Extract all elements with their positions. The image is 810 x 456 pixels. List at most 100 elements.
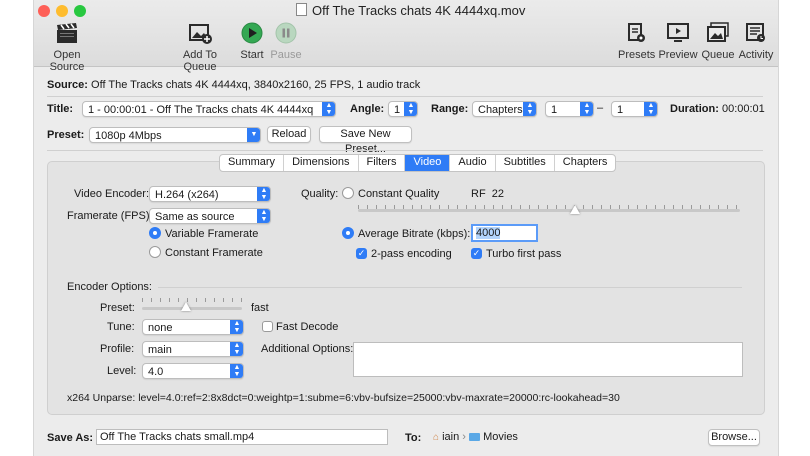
window-title: Off The Tracks chats 4K 4444xq.mov — [296, 3, 525, 18]
save-as-input[interactable]: Off The Tracks chats small.mp4 — [96, 429, 388, 445]
tab-summary[interactable]: Summary — [220, 155, 285, 171]
preset-select[interactable]: 1080p 4Mbps ▼ — [89, 127, 261, 143]
duration: Duration: 00:00:01 — [670, 103, 765, 115]
chevron-updown-icon: ▲ ▼ — [230, 342, 243, 356]
add-to-queue-button[interactable]: Add To Queue — [168, 22, 232, 73]
tab-filters[interactable]: Filters — [359, 155, 406, 171]
chevron-updown-icon: ▲ ▼ — [257, 209, 270, 223]
add-photo-icon — [189, 24, 212, 44]
additional-options-input[interactable] — [353, 342, 743, 377]
tune-select[interactable]: none ▲ ▼ — [142, 319, 244, 335]
clapperboard-icon — [57, 23, 77, 43]
average-bitrate-radio[interactable] — [342, 227, 354, 239]
queue-photos-icon — [707, 22, 729, 42]
chevron-updown-icon: ▲ ▼ — [644, 102, 657, 116]
level-label: Level: — [107, 365, 137, 377]
title-select[interactable]: 1 - 00:00:01 - Off The Tracks chats 4K 4… — [82, 101, 336, 117]
encoder-preset-label: Preset: — [100, 302, 135, 314]
document-icon — [296, 3, 307, 16]
reload-button[interactable]: Reload — [267, 126, 311, 143]
additional-options-label: Additional Options: — [261, 343, 354, 355]
angle-select[interactable]: 1 ▲ ▼ — [388, 101, 418, 117]
two-pass-checkbox[interactable]: ✓ — [356, 248, 367, 259]
save-new-preset-button[interactable]: Save New Preset... — [319, 126, 412, 155]
encoder-preset-ticks — [142, 298, 242, 302]
profile-select[interactable]: main ▲ ▼ — [142, 341, 244, 357]
destination-path[interactable]: ⌂ iain › Movies — [433, 431, 518, 443]
variable-framerate-label: Variable Framerate — [165, 228, 259, 240]
chevron-updown-icon: ▲ ▼ — [404, 102, 417, 116]
rf-readout: RF 22 — [471, 188, 505, 200]
title-label: Title: — [47, 103, 74, 115]
open-source-button[interactable]: Open Source — [36, 22, 98, 73]
presets-gear-icon — [628, 23, 645, 42]
variable-framerate-radio[interactable] — [149, 227, 161, 239]
to-label: To: — [405, 432, 422, 444]
level-select[interactable]: 4.0 ▲ ▼ — [142, 363, 244, 379]
minimize-window-button[interactable] — [56, 5, 68, 17]
tab-subtitles[interactable]: Subtitles — [496, 155, 555, 171]
fast-decode-checkbox[interactable] — [262, 321, 273, 332]
close-window-button[interactable] — [38, 5, 50, 17]
range-type-select[interactable]: Chapters ▲ ▼ — [472, 101, 537, 117]
chevron-updown-icon: ▲ ▼ — [523, 102, 536, 116]
fast-decode-label: Fast Decode — [276, 321, 339, 333]
quality-label: Quality: — [301, 188, 339, 200]
video-encoder-select[interactable]: H.264 (x264) ▲ ▼ — [149, 186, 271, 202]
encoder-preset-knob[interactable] — [181, 302, 191, 311]
quality-slider-ticks — [358, 205, 740, 209]
range-end-select[interactable]: 1 ▲ ▼ — [611, 101, 658, 117]
divider — [47, 96, 763, 97]
chevron-updown-icon: ▲ ▼ — [230, 320, 243, 334]
handbrake-window: Off The Tracks chats 4K 4444xq.mov Open … — [33, 0, 779, 456]
framerate-label: Framerate (FPS): — [67, 210, 153, 222]
bitrate-input[interactable]: 4000 — [471, 224, 538, 242]
framerate-select[interactable]: Same as source ▲ ▼ — [149, 208, 271, 224]
range-label: Range: — [431, 103, 469, 115]
tab-chapters[interactable]: Chapters — [555, 155, 616, 171]
tab-audio[interactable]: Audio — [450, 155, 496, 171]
constant-quality-label: Constant Quality — [358, 188, 440, 200]
profile-label: Profile: — [100, 343, 135, 355]
toolbar: Off The Tracks chats 4K 4444xq.mov Open … — [34, 0, 778, 73]
divider — [158, 287, 742, 288]
constant-quality-radio[interactable] — [342, 187, 354, 199]
preview-button[interactable]: Preview — [658, 22, 698, 61]
quality-slider[interactable] — [358, 209, 740, 212]
video-encoder-label: Video Encoder: — [74, 188, 150, 200]
queue-button[interactable]: Queue — [701, 22, 735, 61]
browse-button[interactable]: Browse... — [708, 429, 760, 446]
presets-button[interactable]: Presets — [618, 22, 655, 61]
average-bitrate-label: Average Bitrate (kbps): — [358, 228, 471, 240]
angle-label: Angle: — [350, 103, 385, 115]
chevron-updown-icon: ▲ ▼ — [257, 187, 270, 201]
source-info: Source: Off The Tracks chats 4K 4444xq, … — [47, 79, 421, 91]
start-button[interactable]: Start — [238, 22, 266, 61]
constant-framerate-label: Constant Framerate — [165, 247, 263, 259]
chevron-updown-icon: ▲ ▼ — [580, 102, 593, 116]
preset-label: Preset: — [47, 129, 85, 141]
turbo-first-pass-checkbox[interactable]: ✓ — [471, 248, 482, 259]
activity-button[interactable]: Activity — [737, 22, 775, 61]
folder-icon — [469, 433, 481, 441]
turbo-first-pass-label: Turbo first pass — [486, 248, 562, 260]
pause-button[interactable]: Pause — [270, 22, 302, 61]
pause-icon — [275, 22, 297, 44]
activity-log-icon — [746, 23, 765, 42]
encoder-preset-slider[interactable] — [142, 307, 242, 310]
quality-slider-knob[interactable] — [570, 205, 580, 214]
tab-bar: Summary Dimensions Filters Video Audio S… — [219, 154, 617, 172]
tab-dimensions[interactable]: Dimensions — [284, 155, 359, 171]
divider — [47, 150, 763, 151]
x264-unparse: x264 Unparse: level=4.0:ref=2:8x8dct=0:w… — [67, 392, 620, 404]
range-start-select[interactable]: 1 ▲ ▼ — [545, 101, 594, 117]
monitor-icon — [667, 23, 689, 42]
encoder-options-heading: Encoder Options: — [67, 281, 152, 293]
home-icon: ⌂ — [433, 432, 440, 443]
chevron-updown-icon: ▲ ▼ — [230, 364, 243, 378]
save-as-label: Save As: — [47, 432, 94, 444]
zoom-window-button[interactable] — [74, 5, 86, 17]
tab-video[interactable]: Video — [405, 155, 451, 171]
constant-framerate-radio[interactable] — [149, 246, 161, 258]
chevron-down-icon: ▼ — [247, 128, 260, 142]
